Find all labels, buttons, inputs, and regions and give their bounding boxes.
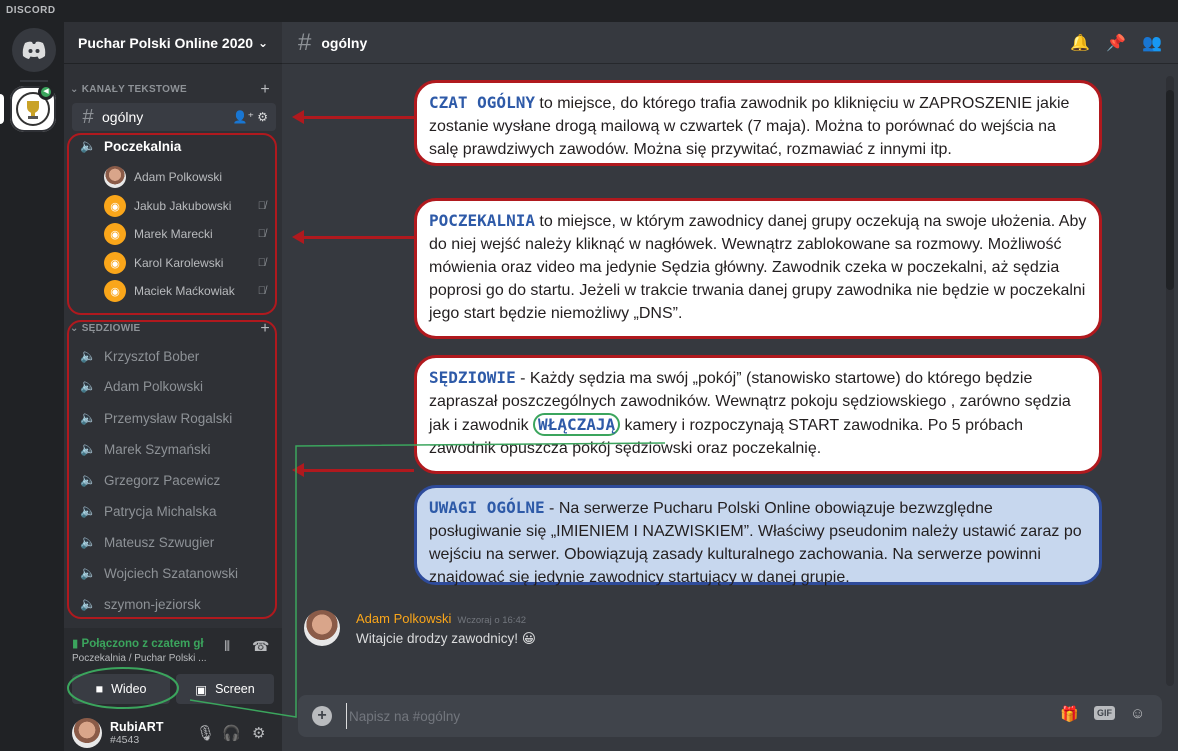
message-input[interactable] [346,703,1026,729]
gift-icon[interactable]: 🎁 [1060,705,1079,723]
message-text: Witajcie drodzy zawodnicy! [356,631,519,646]
attach-plus-icon[interactable]: + [312,706,332,726]
message-time: Wczoraj o 16:42 [457,615,527,626]
message-author[interactable]: Adam Polkowski [356,611,451,626]
emoji-picker-icon[interactable]: ☺ [1130,705,1145,722]
grinning-emoji-icon: 😀 [521,631,536,646]
message-composer: + 🎁 GIF ☺ [298,695,1162,737]
gif-button[interactable]: GIF [1094,706,1115,720]
avatar[interactable] [304,610,340,646]
message-text-line: Witajcie drodzy zawodnicy! 😀 [356,631,536,647]
message-author-line: Adam Polkowski Wczoraj o 16:42 [356,611,526,626]
connector-line [67,442,666,718]
